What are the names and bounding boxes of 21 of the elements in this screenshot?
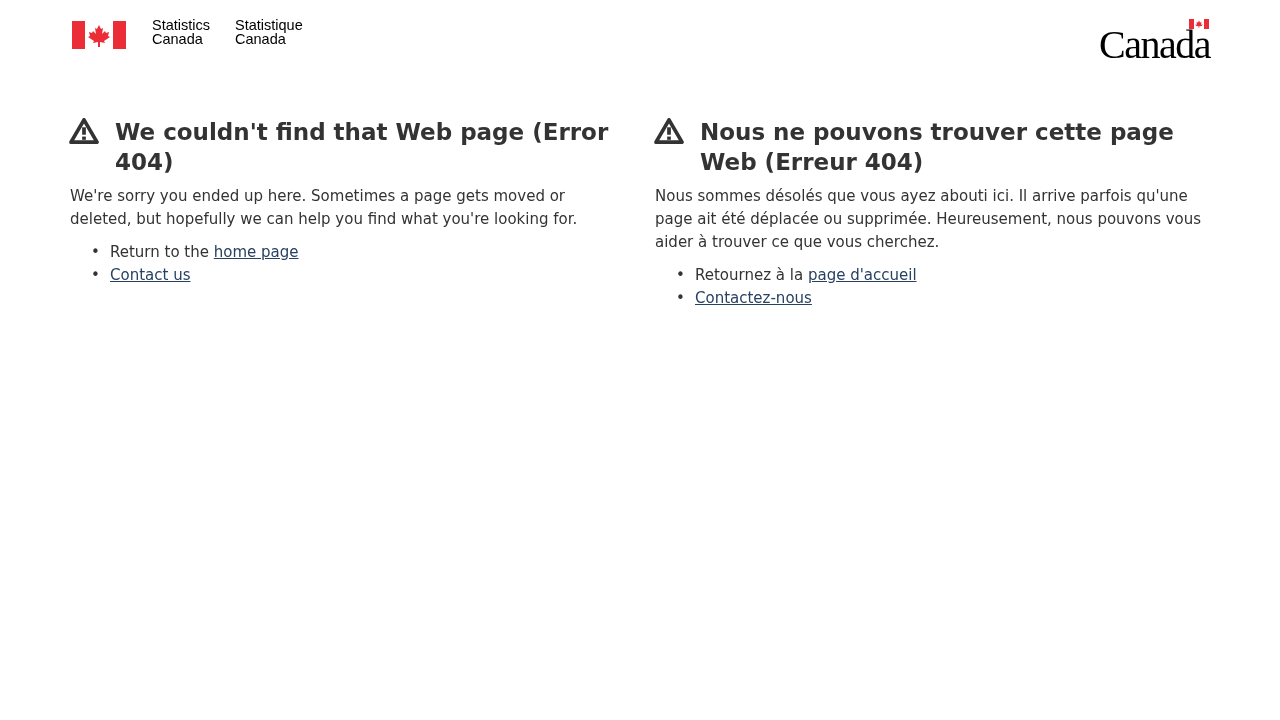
agency-name: Statistique Canada	[235, 18, 303, 46]
error-heading: We couldn't find that Web page (Error 404)	[115, 118, 610, 177]
warning-icon	[69, 118, 99, 144]
list-text: Return to the	[110, 243, 210, 261]
canada-flag-icon	[1189, 19, 1209, 29]
link[interactable]: home page	[213, 243, 299, 261]
list-text: Retournez à la	[695, 266, 805, 284]
error-message: We're sorry you ended up here. Sometimes a page gets moved or deleted, but hopefully we can help you find what you're looking for.	[70, 186, 579, 230]
canada-wordmark: Canada	[1099, 31, 1210, 59]
error-message: Nous sommes désolés que vous ayez abouti ici. Il arrive parfois qu'une page ait été déplacée ou supprimée. Heureusement, nous pouvons vous aider à trouver ce que vous cherchez.	[655, 186, 1203, 253]
warning-icon	[654, 118, 684, 144]
link[interactable]: Contactez-nous	[695, 289, 812, 307]
bullet: •	[91, 265, 101, 286]
link[interactable]: page d'accueil	[807, 266, 917, 284]
bullet: •	[676, 265, 686, 286]
error-heading: Nous ne pouvons trouver cette page Web (Erreur 404)	[700, 118, 1175, 177]
bullet: •	[91, 242, 101, 263]
bullet: •	[676, 288, 686, 309]
canada-flag-icon	[72, 21, 126, 49]
link[interactable]: Contact us	[110, 266, 191, 284]
agency-name: Statistics Canada	[152, 18, 210, 46]
